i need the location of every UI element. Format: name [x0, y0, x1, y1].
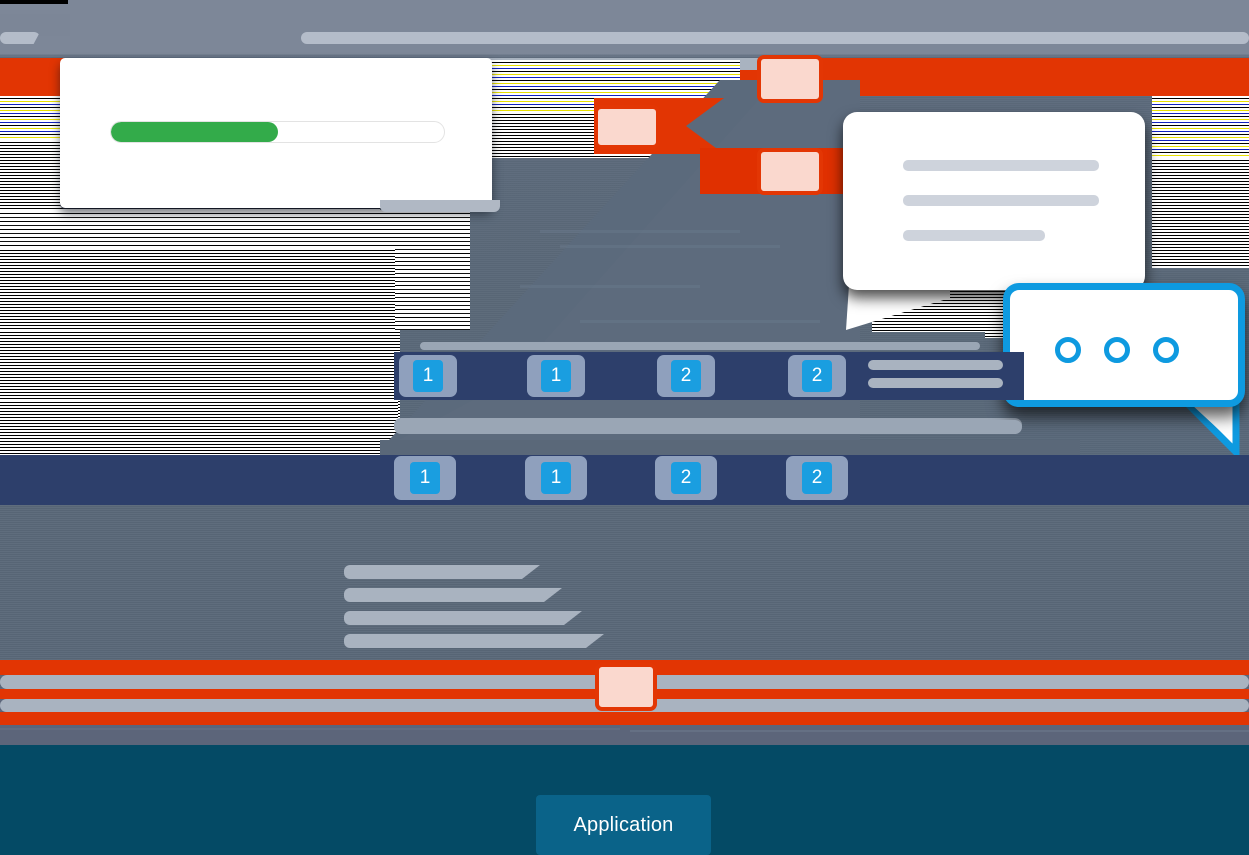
application-button-label: Application	[573, 813, 674, 836]
badge-chip-7[interactable]: 2	[655, 456, 717, 500]
header-pill-left	[0, 32, 40, 44]
badge-value: 1	[410, 462, 440, 494]
glitch-band-row-gap	[0, 336, 398, 350]
pink-chip-arrow-flag[interactable]	[594, 105, 660, 149]
message-bubble[interactable]	[843, 112, 1145, 290]
typing-dot-3	[1153, 337, 1179, 363]
badge-chip-4[interactable]: 2	[788, 355, 846, 397]
application-button[interactable]: Application	[536, 795, 711, 855]
text-line-3	[344, 611, 582, 625]
header-band	[0, 0, 1249, 54]
badge-value: 1	[541, 360, 571, 392]
typing-indicator-bubble[interactable]	[1003, 283, 1245, 407]
text-line-2	[344, 588, 562, 602]
bottom-red-bar-3	[0, 712, 1249, 725]
bottom-slate-seam	[0, 728, 620, 730]
badge-value: 2	[671, 360, 701, 392]
text-line-4	[344, 634, 604, 648]
bubble-line-3	[903, 230, 1045, 241]
progress-dialog-shadow-strip	[380, 200, 500, 212]
glitch-band-right-mid	[1152, 158, 1249, 268]
badge-value: 1	[413, 360, 443, 392]
pink-chip-bottom[interactable]	[595, 663, 657, 711]
header-pill-right	[301, 32, 1249, 44]
pink-chip-mid-right[interactable]	[757, 148, 823, 195]
badge-chip-6[interactable]: 1	[525, 456, 587, 500]
divider-pill	[394, 420, 1022, 434]
header-band-notch	[0, 0, 68, 4]
typing-dot-1	[1055, 337, 1081, 363]
badge-value: 2	[671, 462, 701, 494]
progress-track[interactable]	[110, 121, 445, 143]
glitch-band-right-upper	[1152, 96, 1249, 158]
badge-chip-5[interactable]: 1	[394, 456, 456, 500]
badge-chip-1[interactable]: 1	[399, 355, 457, 397]
bubble-line-1	[903, 160, 1099, 171]
bottom-slate-seam-2	[630, 730, 1249, 732]
badge-value: 2	[802, 462, 832, 494]
badge-row-bottom	[0, 455, 1249, 505]
typing-dot-2	[1104, 337, 1130, 363]
pink-chip-top-right[interactable]	[757, 55, 823, 103]
badge-chip-8[interactable]: 2	[786, 456, 848, 500]
badge-chip-3[interactable]: 2	[657, 355, 715, 397]
progress-fill	[111, 122, 278, 142]
badge-row-trailing-bar-1	[868, 360, 1003, 370]
badge-value: 1	[541, 462, 571, 494]
bubble-line-2	[903, 195, 1099, 206]
glitch-ui-canvas: 1 1 2 2 1 1 2 2 Application	[0, 0, 1249, 855]
badge-value: 2	[802, 360, 832, 392]
text-line-1	[344, 565, 540, 579]
badge-chip-2[interactable]: 1	[527, 355, 585, 397]
glitch-band-between-rows	[0, 400, 398, 416]
badge-row-trailing-bar-2	[868, 378, 1003, 388]
body-field-scan	[0, 505, 1249, 660]
navy-row-top-pill	[420, 342, 980, 350]
progress-dialog[interactable]	[60, 58, 492, 208]
